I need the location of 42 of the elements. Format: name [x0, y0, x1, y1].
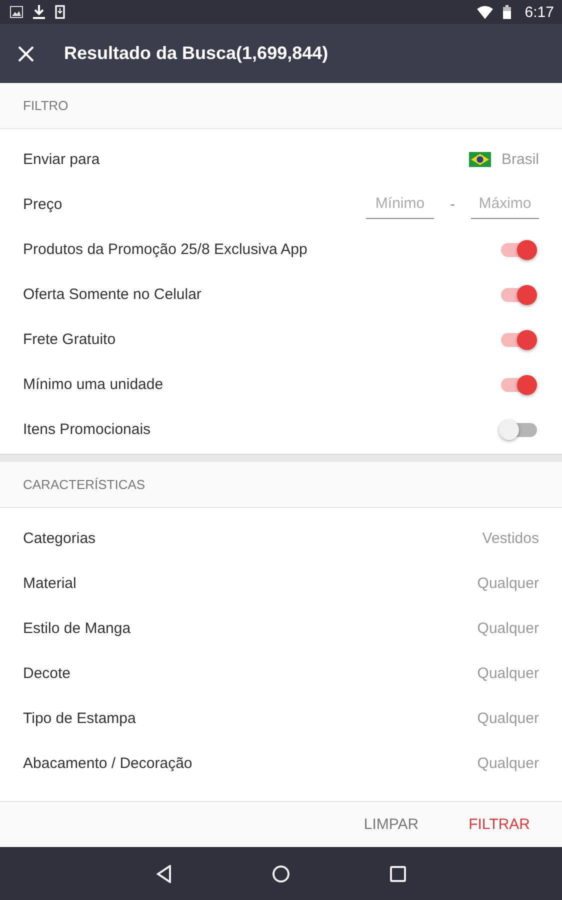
- attribute-value[interactable]: Vestidos: [482, 530, 539, 547]
- clear-button[interactable]: LIMPAR: [364, 810, 419, 839]
- phone-download-icon: [55, 5, 65, 19]
- filter-label: Enviar para: [23, 151, 100, 168]
- filter-label: Itens Promocionais: [23, 421, 151, 438]
- status-time: 6:17: [524, 4, 554, 20]
- toggle-switch[interactable]: [501, 242, 537, 256]
- toggle-switch[interactable]: [501, 288, 537, 302]
- min-price-field[interactable]: Mínimo: [366, 190, 434, 218]
- filter-label: Preço: [23, 196, 62, 213]
- home-icon[interactable]: [272, 864, 290, 882]
- attribute-value[interactable]: Qualquer: [477, 575, 539, 592]
- close-button[interactable]: [18, 46, 34, 62]
- battery-icon: [502, 5, 511, 19]
- section-heading: CARACTERÍSTICAS: [23, 477, 146, 492]
- section-heading: FILTRO: [23, 98, 68, 113]
- attribute-label: Abacamento / Decoração: [23, 755, 192, 772]
- filter-label: Produtos da Promoção 25/8 Exclusiva App: [23, 241, 308, 258]
- attribute-value[interactable]: Qualquer: [477, 710, 539, 727]
- attribute-value[interactable]: Qualquer: [477, 620, 539, 637]
- max-price-field[interactable]: Máximo: [471, 190, 539, 218]
- filter-label: Oferta Somente no Celular: [23, 286, 202, 303]
- attribute-value[interactable]: Qualquer: [477, 755, 539, 772]
- attribute-label: Categorias: [23, 530, 96, 547]
- attribute-label: Estilo de Manga: [23, 620, 131, 637]
- range-separator: -: [449, 196, 456, 213]
- country-value: Brasil: [501, 151, 539, 168]
- attribute-value[interactable]: Qualquer: [477, 665, 539, 682]
- screen-title: Resultado da Busca(1,699,844): [64, 43, 328, 64]
- attribute-label: Material: [23, 575, 76, 592]
- recents-icon[interactable]: [390, 866, 406, 882]
- filter-label: Frete Gratuito: [23, 331, 116, 348]
- download-icon: [33, 5, 45, 19]
- toggle-switch[interactable]: [501, 378, 537, 392]
- attribute-label: Decote: [23, 665, 71, 682]
- image-icon: [10, 6, 23, 18]
- filter-label: Mínimo uma unidade: [23, 376, 164, 393]
- wifi-icon: [476, 6, 493, 18]
- toggle-switch[interactable]: [501, 332, 537, 346]
- back-icon[interactable]: [156, 864, 172, 882]
- apply-button[interactable]: FILTRAR: [468, 810, 530, 839]
- attribute-label: Tipo de Estampa: [23, 710, 136, 727]
